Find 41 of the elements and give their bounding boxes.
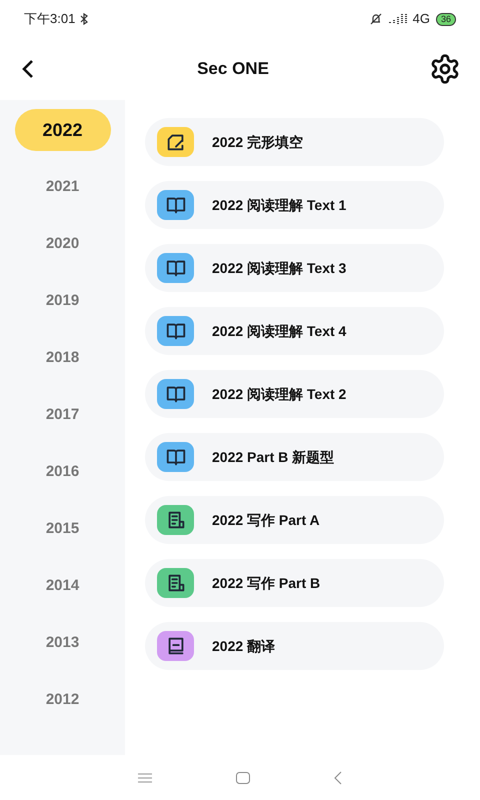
bluetooth-icon [79,13,90,25]
year-tab[interactable]: 2015 [14,508,110,550]
exercise-item[interactable]: 2022 完形填空 [145,118,444,166]
menu-icon[interactable] [137,772,153,784]
network-label: 4G [412,10,430,28]
page-title: Sec ONE [197,58,269,80]
muted-bell-icon [368,12,383,26]
exercise-item[interactable]: 2022 Part B 新题型 [145,433,444,481]
signal-icon [388,13,407,25]
exercise-item[interactable]: 2022 写作 Part A [145,496,444,544]
exercise-title: 2022 阅读理解 Text 3 [212,258,346,278]
year-tab[interactable]: 2017 [14,394,110,436]
year-tab[interactable]: 2021 [14,166,110,208]
year-tab[interactable]: 2018 [14,337,110,379]
year-tab[interactable]: 2014 [14,565,110,607]
year-tab[interactable]: 2013 [14,622,110,664]
exercise-title: 2022 阅读理解 Text 1 [212,196,346,214]
status-time: 下午3:01 [24,10,76,28]
exercise-item[interactable]: 2022 翻译 [145,622,444,670]
home-icon[interactable] [235,770,251,784]
settings-icon [429,53,461,85]
exercise-title: 2022 翻译 [212,636,276,656]
exercise-title: 2022 阅读理解 Text 2 [212,384,346,404]
back-icon [21,59,35,79]
exercise-title: 2022 Part B 新题型 [212,448,334,466]
exercise-item[interactable]: 2022 写作 Part B [145,559,444,607]
exercise-title: 2022 阅读理解 Text 4 [212,322,346,340]
exercise-title: 2022 写作 Part A [212,510,320,530]
exercise-item[interactable]: 2022 阅读理解 Text 4 [145,307,444,355]
exercise-title: 2022 完形填空 [212,132,304,152]
back-icon[interactable] [333,770,343,784]
year-tab[interactable]: 2022 [14,109,110,151]
battery-level: 36 [436,12,456,26]
year-tab[interactable]: 2019 [14,280,110,322]
year-tab[interactable]: 2012 [14,679,110,721]
exercise-item[interactable]: 2022 阅读理解 Text 3 [145,244,444,292]
exercise-item[interactable]: 2022 阅读理解 Text 2 [145,370,444,418]
exercise-item[interactable]: 2022 阅读理解 Text 1 [145,181,444,229]
year-tab[interactable]: 2020 [14,223,110,265]
exercise-title: 2022 写作 Part B [212,574,320,592]
year-tab[interactable]: 2016 [14,451,110,493]
